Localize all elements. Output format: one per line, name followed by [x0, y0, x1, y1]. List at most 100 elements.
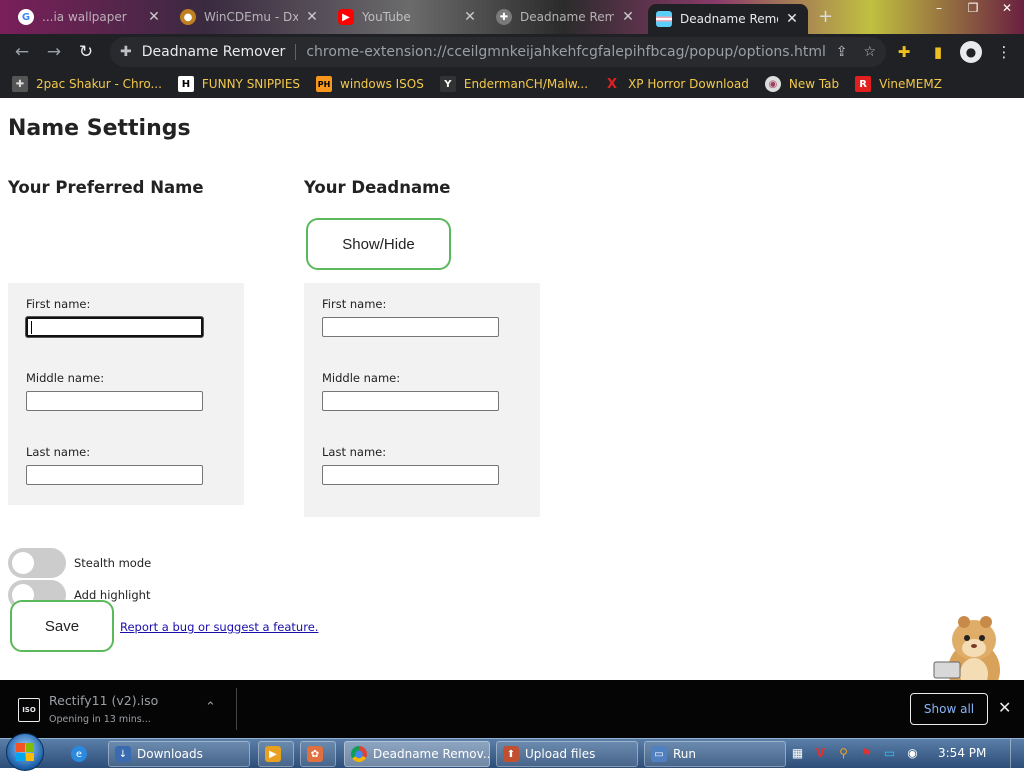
show-desktop-button[interactable] [1010, 739, 1024, 769]
run-icon: ▭ [651, 746, 667, 762]
url-text: chrome-extension://cceilgmnkeijahkehfcgf… [306, 44, 826, 60]
show-all-button[interactable]: Show all [910, 693, 988, 725]
bookmark-label: FUNNY SNIPPIES [201, 77, 301, 91]
tray-v-icon[interactable]: V [811, 743, 830, 763]
close-icon[interactable]: ✕ [304, 9, 320, 25]
close-icon[interactable]: ✕ [146, 9, 162, 25]
deadname-panel: First name: Middle name: Last name: [304, 283, 540, 517]
deadname-middle-name-input[interactable] [322, 391, 499, 411]
close-icon[interactable]: ✕ [998, 698, 1011, 717]
bookmark-item[interactable]: PH windows ISOS [316, 76, 424, 92]
start-button[interactable] [6, 733, 44, 771]
ie-icon: e [71, 746, 87, 762]
taskbar-ie[interactable]: e [64, 741, 100, 767]
preferred-middle-name-input[interactable] [26, 391, 203, 411]
taskbar-label: Downloads [137, 747, 203, 761]
tab-1[interactable]: G ...ia wallpaper ✕ [10, 2, 170, 32]
media-player-icon: ▶ [265, 746, 281, 762]
taskbar-upload-files[interactable]: ⬆ Upload files [496, 741, 638, 767]
bookmark-star-icon[interactable]: ☆ [863, 44, 876, 60]
chevron-up-icon[interactable]: ⌃ [205, 700, 216, 715]
text-caret [31, 321, 32, 334]
close-icon[interactable]: ✕ [784, 11, 800, 27]
yp-bookmark-icon: Y [439, 76, 456, 92]
bookmarks-bar: ✚ 2pac Shakur - Chro... H FUNNY SNIPPIES… [0, 70, 1024, 98]
share-icon[interactable]: ⇪ [836, 44, 848, 60]
taskbar-label: Deadname Remov... [373, 747, 490, 761]
divider [295, 44, 297, 60]
maximize-icon[interactable]: ❐ [956, 0, 990, 18]
taskbar-label: Run [673, 747, 697, 761]
bookmark-item[interactable]: Y EndermanCH/Malw... [439, 76, 589, 92]
tab-5-active[interactable]: Deadname Remo ✕ [648, 4, 808, 34]
system-tray: ▦ V ⚲ ⚑ ▭ ◉ [788, 743, 922, 763]
bookmark-label: 2pac Shakur - Chro... [36, 77, 162, 91]
preferred-last-name-input[interactable] [26, 465, 203, 485]
back-arrow-icon[interactable]: ← [6, 36, 38, 68]
tray-search-icon[interactable]: ⚲ [834, 743, 853, 763]
r-bookmark-icon: R [855, 76, 872, 92]
tab-2[interactable]: ● WinCDEmu - Dx ✕ [172, 2, 328, 32]
side-panel-icon[interactable]: ▮ [926, 38, 950, 66]
tab-title: ...ia wallpaper [42, 10, 127, 24]
tray-app-icon[interactable]: ▦ [788, 743, 807, 763]
bookmark-item[interactable]: R VineMEMZ [855, 76, 942, 92]
tab-3[interactable]: ▶ YouTube ✕ [330, 2, 486, 32]
extensions-puzzle-icon[interactable]: ✚ [892, 38, 916, 66]
tab-4[interactable]: ✚ Deadname Rem ✕ [488, 2, 644, 32]
reload-icon[interactable]: ↻ [70, 36, 102, 68]
bookmark-label: XP Horror Download [628, 77, 749, 91]
windows-taskbar: e ↓ Downloads ▶ ✿ ● Deadname Remov... ⬆ … [0, 733, 1024, 771]
tray-monitor-icon[interactable]: ▭ [880, 743, 899, 763]
new-tab-icon[interactable]: + [818, 6, 833, 27]
puzzle-bookmark-icon: ✚ [12, 76, 28, 92]
bookmark-label: VineMEMZ [879, 77, 942, 91]
bookmark-item[interactable]: ✚ 2pac Shakur - Chro... [12, 76, 162, 92]
show-hide-button[interactable]: Show/Hide [306, 218, 451, 270]
bookmark-label: New Tab [788, 77, 840, 91]
middle-name-label: Middle name: [26, 371, 105, 385]
page-title: Name Settings [8, 116, 191, 141]
taskbar-run[interactable]: ▭ Run [644, 741, 786, 767]
bookmark-item[interactable]: ◉ New Tab [764, 76, 840, 92]
taskbar-label: Upload files [525, 747, 596, 761]
tab-title: YouTube [362, 10, 411, 24]
save-button[interactable]: Save [10, 600, 114, 652]
youtube-icon: ▶ [338, 9, 354, 25]
taskbar-media-player[interactable]: ▶ [258, 741, 294, 767]
downloads-folder-icon: ↓ [115, 746, 131, 762]
taskbar-paint[interactable]: ✿ [300, 741, 336, 767]
puzzle-tab-icon: ✚ [496, 9, 512, 25]
close-icon[interactable]: ✕ [462, 9, 478, 25]
bookmark-item[interactable]: X XP Horror Download [604, 76, 749, 92]
profile-avatar-icon[interactable]: ● [960, 41, 982, 63]
taskbar-downloads[interactable]: ↓ Downloads [108, 741, 250, 767]
address-bar[interactable]: ✚ Deadname Remover chrome-extension://cc… [110, 37, 886, 67]
tray-volume-icon[interactable]: ◉ [903, 743, 922, 763]
deadname-last-name-input[interactable] [322, 465, 499, 485]
bookmark-item[interactable]: H FUNNY SNIPPIES [177, 76, 301, 92]
taskbar-clock[interactable]: 3:54 PM [938, 746, 986, 760]
forward-arrow-icon[interactable]: → [38, 36, 70, 68]
close-window-icon[interactable]: ✕ [990, 0, 1024, 18]
globe-bookmark-icon: ◉ [764, 76, 781, 92]
tray-flag-icon[interactable]: ⚑ [857, 743, 876, 763]
last-name-label: Last name: [26, 445, 91, 459]
deadname-first-name-input[interactable] [322, 317, 499, 337]
taskbar-chrome[interactable]: ● Deadname Remov... [344, 741, 490, 767]
extension-name: Deadname Remover [141, 44, 286, 60]
divider [236, 688, 237, 730]
report-bug-link[interactable]: Report a bug or suggest a feature. [120, 620, 318, 634]
deadname-heading: Your Deadname [304, 178, 451, 197]
ph-bookmark-icon: PH [316, 76, 333, 92]
bookmark-label: EndermanCH/Malw... [463, 77, 589, 91]
google-icon: G [18, 9, 34, 25]
minimize-icon[interactable]: – [922, 0, 956, 18]
stealth-mode-toggle[interactable] [8, 548, 66, 578]
kebab-menu-icon[interactable]: ⋮ [992, 38, 1016, 66]
h-bookmark-icon: H [177, 76, 194, 92]
download-filename[interactable]: Rectify11 (v2).iso [49, 693, 158, 708]
window-controls: – ❐ ✕ [922, 0, 1024, 18]
close-icon[interactable]: ✕ [620, 9, 636, 25]
preferred-first-name-input[interactable] [26, 317, 203, 337]
